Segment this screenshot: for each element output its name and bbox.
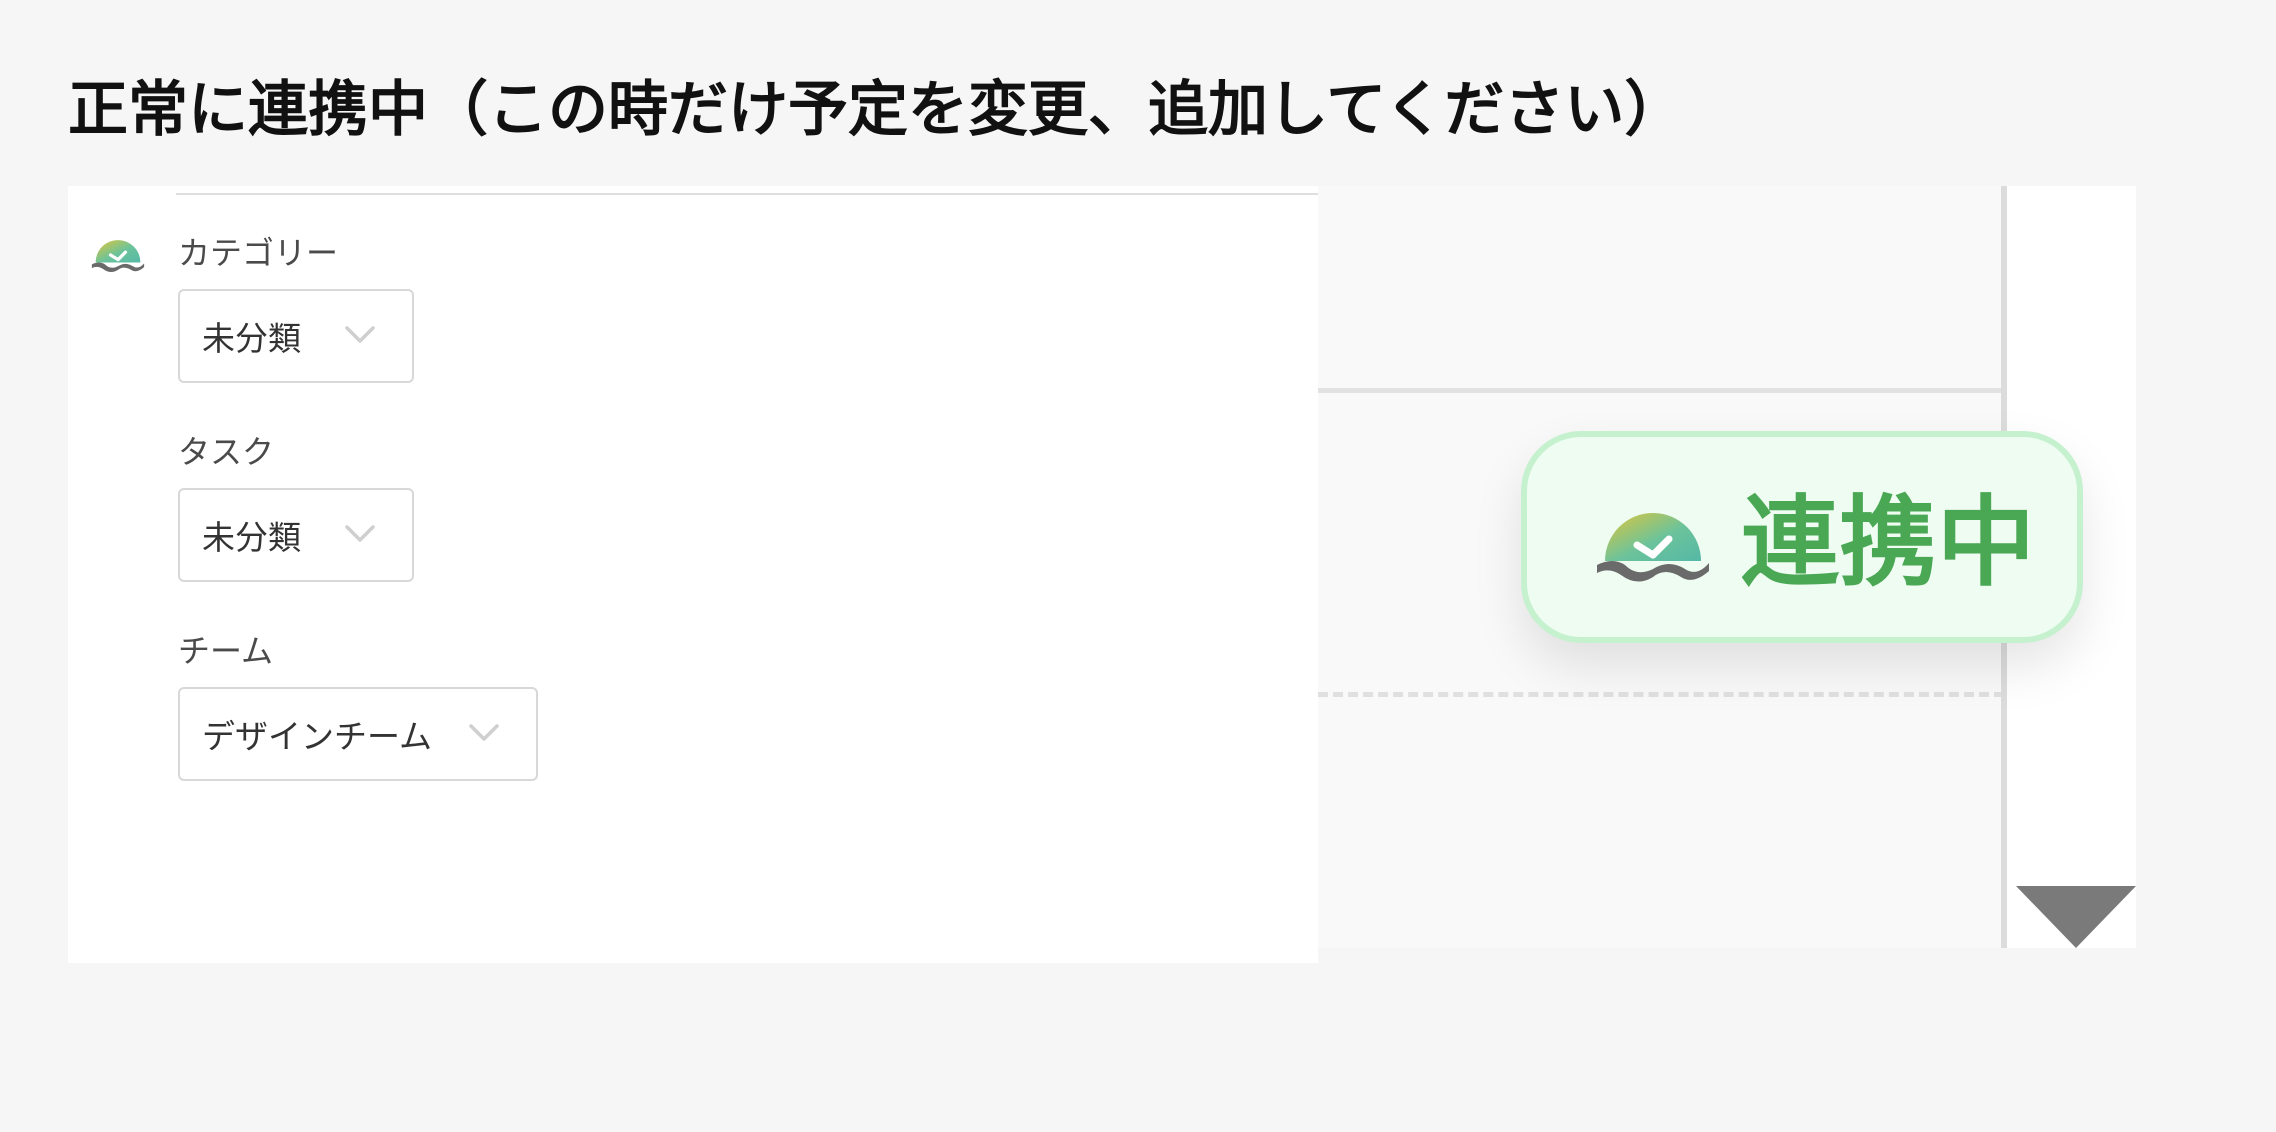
task-label: タスク xyxy=(178,433,275,471)
triangle-down-icon[interactable] xyxy=(2016,886,2136,948)
category-label: カテゴリー xyxy=(178,234,339,272)
event-settings-panel: カテゴリー 未分類 タスク 未分類 チーム デザインチーム xyxy=(68,186,1359,963)
clock-logo-icon xyxy=(1597,513,1709,582)
category-select-value: 未分類 xyxy=(202,319,301,358)
category-select[interactable]: 未分類 xyxy=(178,289,414,383)
calendar-hour-line xyxy=(1318,388,2004,393)
divider xyxy=(176,193,1359,195)
clock-logo-icon xyxy=(91,240,145,273)
page-title: 正常に連携中（この時だけ予定を変更、追加してください） xyxy=(68,75,1685,145)
task-select[interactable]: 未分類 xyxy=(178,488,414,582)
team-label: チーム xyxy=(178,632,274,670)
status-badge-label: 連携中 xyxy=(1741,486,2036,600)
team-select[interactable]: デザインチーム xyxy=(178,687,538,781)
chevron-down-icon xyxy=(345,326,375,343)
team-select-value: デザインチーム xyxy=(202,717,433,756)
chevron-down-icon xyxy=(469,724,499,741)
status-badge: 連携中 xyxy=(1521,431,2083,643)
chevron-down-icon xyxy=(345,525,375,542)
task-select-value: 未分類 xyxy=(202,518,301,557)
calendar-half-hour-line xyxy=(1318,692,2004,697)
